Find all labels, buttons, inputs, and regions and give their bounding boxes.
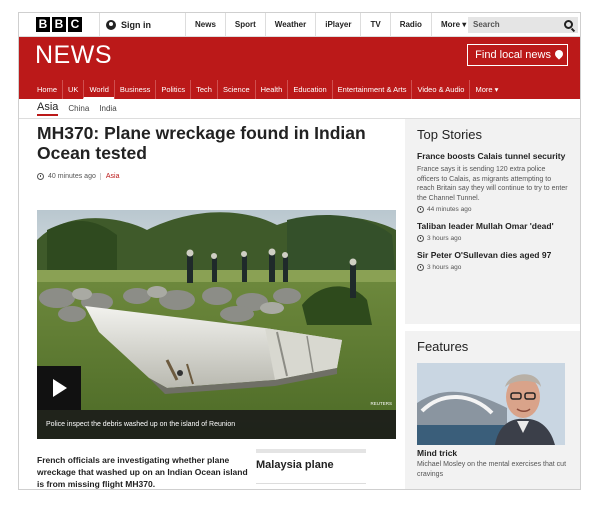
story-time: 3 hours ago: [417, 235, 569, 242]
section-business[interactable]: Business: [113, 80, 155, 99]
photo-caption: Police inspect the debris washed up on t…: [37, 410, 396, 439]
story-summary: France says it is sending 120 extra poli…: [417, 166, 568, 202]
play-button[interactable]: [37, 366, 81, 410]
story-time-label: 44 minutes ago: [427, 206, 472, 213]
story-time-label: 3 hours ago: [427, 264, 462, 271]
user-icon: [106, 20, 116, 30]
logo-letter: B: [36, 17, 50, 32]
news-logo[interactable]: NEWS: [35, 41, 112, 70]
location-pin-icon: [553, 48, 565, 60]
search-icon[interactable]: [564, 20, 573, 29]
features-panel: Features Mind trick Michael Mosley on th…: [405, 331, 580, 489]
logo-letter: B: [52, 17, 66, 32]
story-time: 44 minutes ago: [417, 206, 569, 213]
section-more-label: More: [475, 85, 493, 94]
sign-in-link[interactable]: Sign in: [99, 13, 185, 37]
search-input[interactable]: Search: [468, 17, 578, 33]
top-nav-news[interactable]: News: [185, 13, 225, 37]
sub-nav: Asia China India: [19, 99, 580, 119]
section-video-audio[interactable]: Video & Audio: [411, 80, 469, 99]
bbc-logo[interactable]: B B C: [36, 17, 82, 32]
top-bar: B B C Sign in News Sport Weather iPlayer…: [19, 13, 580, 37]
section-politics[interactable]: Politics: [155, 80, 190, 99]
story-item[interactable]: France boosts Calais tunnel security Fra…: [417, 151, 569, 213]
top-stories-panel: Top Stories France boosts Calais tunnel …: [405, 119, 580, 324]
story-item[interactable]: Taliban leader Mullah Omar 'dead' 3 hour…: [417, 221, 569, 242]
top-nav-more-label: More: [440, 20, 461, 29]
section-entertainment-arts[interactable]: Entertainment & Arts: [331, 80, 412, 99]
subnav-asia[interactable]: Asia: [37, 101, 59, 116]
section-science[interactable]: Science: [216, 80, 255, 99]
story-headline[interactable]: Taliban leader Mullah Omar 'dead': [417, 221, 569, 232]
clock-icon: [37, 173, 44, 180]
wreckage-photo: [37, 210, 396, 439]
story-time-label: 3 hours ago: [427, 235, 462, 242]
photo-credit: REUTERS: [370, 401, 392, 406]
story-item[interactable]: Sir Peter O'Sullevan dies aged 97 3 hour…: [417, 250, 569, 271]
top-nav-sport[interactable]: Sport: [224, 13, 265, 37]
article-summary: French officials are investigating wheth…: [37, 455, 248, 489]
logo-letter: C: [68, 17, 82, 32]
chevron-down-icon: ▾: [494, 85, 499, 94]
feature-headline[interactable]: Mind trick: [417, 448, 569, 458]
clock-icon: [417, 235, 424, 242]
section-tech[interactable]: Tech: [190, 80, 217, 99]
story-headline[interactable]: Sir Peter O'Sullevan dies aged 97: [417, 250, 569, 261]
top-nav-radio[interactable]: Radio: [389, 13, 431, 37]
article-time: 40 minutes ago: [48, 173, 96, 180]
section-home[interactable]: Home: [32, 80, 62, 99]
feature-summary: Michael Mosley on the mental exercises t…: [417, 461, 567, 478]
chevron-down-icon: ▾: [462, 20, 467, 29]
top-nav-weather[interactable]: Weather: [264, 13, 315, 37]
top-nav-iplayer[interactable]: iPlayer: [315, 13, 360, 37]
top-nav-tv[interactable]: TV: [360, 13, 389, 37]
article-tag[interactable]: Asia: [99, 173, 120, 180]
subnav-india[interactable]: India: [99, 104, 116, 113]
search-placeholder: Search: [473, 20, 500, 29]
clock-icon: [417, 264, 424, 271]
divider: [256, 483, 366, 484]
related-topic-title[interactable]: Malaysia plane: [256, 449, 366, 471]
features-title: Features: [417, 339, 469, 354]
section-health[interactable]: Health: [254, 80, 288, 99]
subnav-china[interactable]: China: [68, 104, 89, 113]
feature-image[interactable]: [417, 363, 565, 445]
find-local-news-button[interactable]: Find local news: [467, 44, 568, 66]
section-more[interactable]: More ▾: [469, 80, 503, 99]
news-masthead: NEWS Find local news: [19, 37, 580, 80]
section-education[interactable]: Education: [287, 80, 331, 99]
story-headline[interactable]: France boosts Calais tunnel security: [417, 151, 569, 162]
story-time: 3 hours ago: [417, 264, 569, 271]
clock-icon: [417, 206, 424, 213]
sign-in-label: Sign in: [121, 20, 151, 30]
section-uk[interactable]: UK: [62, 80, 83, 99]
feature-photo: [417, 363, 565, 445]
browser-page: B B C Sign in News Sport Weather iPlayer…: [18, 12, 581, 490]
article-headline: MH370: Plane wreckage found in Indian Oc…: [37, 123, 366, 163]
section-nav: Home UK World Business Politics Tech Sci…: [19, 80, 580, 99]
article-video[interactable]: REUTERS Police inspect the debris washed…: [37, 210, 396, 439]
top-stories-title: Top Stories: [417, 127, 483, 142]
find-local-news-label: Find local news: [475, 49, 551, 61]
article-meta: 40 minutes ago Asia: [37, 173, 120, 180]
top-nav: News Sport Weather iPlayer TV Radio More…: [185, 13, 483, 37]
section-world[interactable]: World: [83, 80, 114, 99]
